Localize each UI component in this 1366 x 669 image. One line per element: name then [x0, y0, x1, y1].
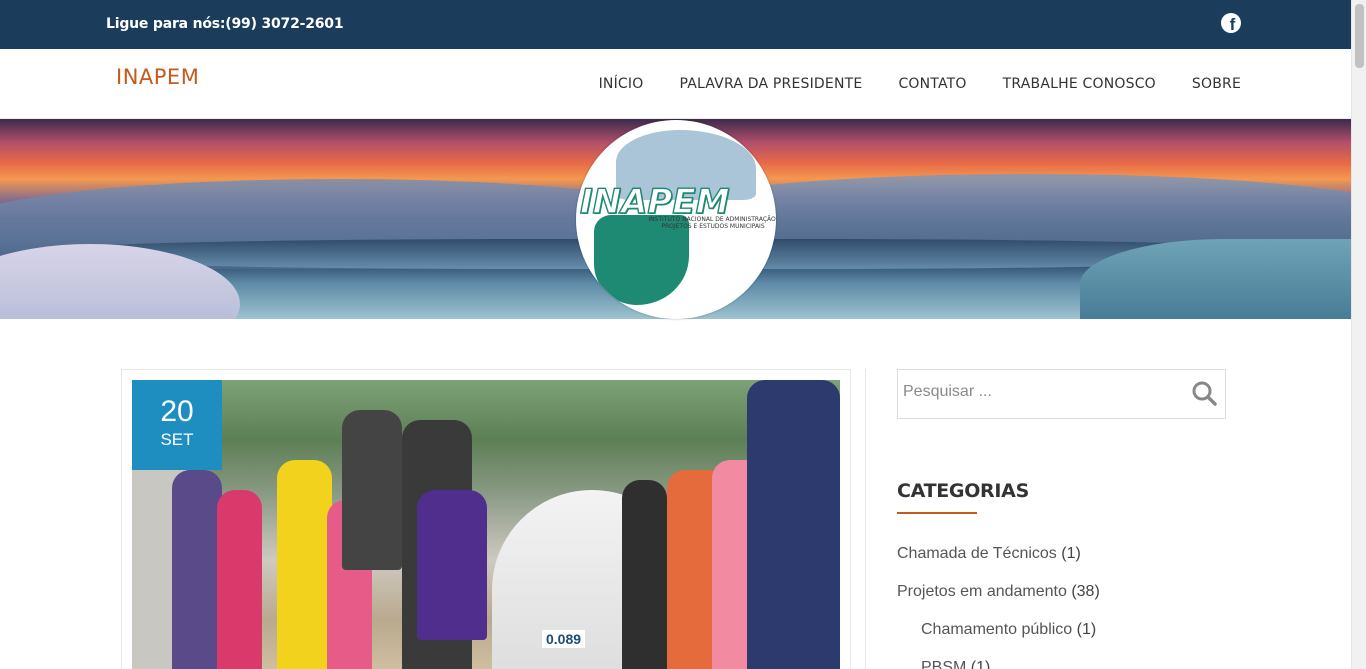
facebook-icon[interactable]: f — [1221, 13, 1241, 33]
tank-label: 0.089 — [542, 630, 586, 648]
categories-underline — [897, 512, 977, 514]
search-input[interactable] — [903, 383, 1183, 401]
inapem-logo[interactable]: INAPEM INSTITUTO NACIONAL DE ADMINISTRAÇ… — [576, 120, 776, 319]
category-item: PBSM (1) — [897, 658, 1100, 669]
nav-sobre[interactable]: SOBRE — [1192, 76, 1241, 92]
category-count: (1) — [1076, 621, 1097, 638]
page-scrollbar[interactable] — [1351, 0, 1366, 669]
category-count: (1) — [1061, 545, 1081, 562]
category-count: (1) — [970, 659, 991, 669]
scrollbar-thumb[interactable] — [1355, 4, 1364, 68]
post-date-day: 20 — [160, 395, 194, 428]
category-item: Chamada de Técnicos (1) — [897, 544, 1100, 582]
site-brand[interactable]: INAPEM — [116, 65, 199, 89]
search-box — [897, 369, 1226, 419]
site-header: INAPEM INÍCIO PALAVRA DA PRESIDENTE CONT… — [0, 49, 1351, 119]
nav-inicio[interactable]: INÍCIO — [599, 76, 644, 92]
main-nav: INÍCIO PALAVRA DA PRESIDENTE CONTATO TRA… — [563, 76, 1241, 92]
search-icon[interactable] — [1191, 380, 1217, 406]
category-link-projetos-em-andamento[interactable]: Projetos em andamento — [897, 583, 1067, 600]
category-count: (38) — [1071, 583, 1100, 600]
category-item: Projetos em andamento (38) — [897, 582, 1100, 620]
categories-title: CATEGORIAS — [897, 480, 1029, 502]
post-date-badge: 20 SET — [132, 380, 222, 470]
categories-list: Chamada de Técnicos (1) Projetos em anda… — [897, 544, 1100, 669]
category-link-pbsm[interactable]: PBSM — [921, 659, 966, 669]
post-photo[interactable]: 0.089 — [132, 380, 840, 669]
nav-trabalhe-conosco[interactable]: TRABALHE CONOSCO — [1003, 76, 1156, 92]
nav-palavra-da-presidente[interactable]: PALAVRA DA PRESIDENTE — [679, 76, 862, 92]
category-link-chamada-de-tecnicos[interactable]: Chamada de Técnicos — [897, 545, 1057, 562]
category-item: Chamamento público (1) — [897, 620, 1100, 658]
logo-subtitle: INSTITUTO NACIONAL DE ADMINISTRAÇÃO, PRO… — [648, 216, 776, 230]
phone-text: Ligue para nós:(99) 3072-2601 — [106, 16, 344, 32]
nav-contato[interactable]: CONTATO — [898, 76, 966, 92]
content-divider — [865, 369, 866, 669]
post-card: 0.089 20 SET — [121, 369, 851, 669]
post-date-month: SET — [160, 430, 194, 449]
top-bar: Ligue para nós:(99) 3072-2601 f — [0, 0, 1351, 49]
category-link-chamamento-publico[interactable]: Chamamento público — [921, 621, 1072, 638]
